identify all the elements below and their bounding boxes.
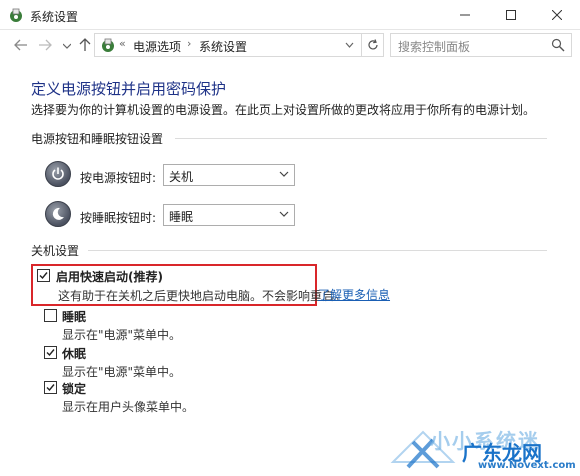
fast-startup-label[interactable]: 启用快速启动(推荐) — [56, 268, 163, 285]
breadcrumb-overflow-icon[interactable]: « — [119, 37, 126, 50]
control-panel-icon — [102, 38, 114, 52]
maximize-icon — [506, 10, 516, 20]
search-box[interactable]: 搜索控制面板 — [390, 33, 572, 57]
sleep-button-icon — [45, 201, 71, 227]
page-description: 选择要为你的计算机设置的电源设置。在此页上对设置所做的更改将应用于你所有的电源计… — [31, 103, 536, 117]
chevron-down-icon — [279, 171, 289, 177]
back-button[interactable] — [12, 36, 30, 54]
window-title: 系统设置 — [30, 10, 79, 24]
watermark-url: www.Novext.com — [478, 460, 576, 471]
breadcrumb-power-options[interactable]: 电源选项 — [133, 38, 181, 55]
maximize-button[interactable] — [488, 0, 534, 30]
sleep-checkbox[interactable] — [44, 309, 57, 322]
fast-startup-description: 这有助于在关机之后更快地启动电脑。不会影响重启。 — [58, 289, 347, 303]
sleep-button-label: 按睡眠按钮时: — [80, 211, 157, 225]
chevron-down-icon[interactable] — [345, 38, 354, 52]
sleep-button-action-select[interactable]: 睡眠 — [163, 204, 295, 226]
minimize-button[interactable] — [442, 0, 488, 30]
breadcrumb-separator-icon: › — [187, 37, 192, 50]
search-input[interactable]: 搜索控制面板 — [398, 38, 470, 55]
group-divider — [88, 250, 547, 251]
checkmark-icon — [39, 272, 48, 280]
close-icon — [552, 10, 562, 20]
arrow-left-icon — [14, 39, 27, 51]
lock-checkbox[interactable] — [44, 381, 57, 394]
lock-option-description: 显示在用户头像菜单中。 — [62, 400, 195, 414]
power-button-icon — [45, 161, 71, 187]
chevron-down-icon — [63, 43, 71, 49]
title-bar: 系统设置 — [0, 0, 580, 30]
forward-button[interactable] — [36, 36, 54, 54]
fast-startup-checkbox[interactable] — [37, 269, 50, 282]
page-title: 定义电源按钮并启用密码保护 — [31, 80, 227, 98]
hibernate-option-label[interactable]: 休眠 — [62, 345, 86, 362]
refresh-icon — [367, 39, 378, 50]
power-button-action-select[interactable]: 关机 — [163, 164, 295, 186]
group-divider — [175, 138, 547, 139]
hibernate-option-description: 显示在"电源"菜单中。 — [62, 365, 182, 379]
control-panel-icon — [10, 8, 22, 22]
power-button-label: 按电源按钮时: — [80, 171, 157, 185]
search-icon[interactable] — [551, 38, 565, 52]
arrow-up-icon — [79, 38, 91, 51]
sleep-button-action-value: 睡眠 — [169, 210, 194, 224]
minimize-icon — [460, 14, 470, 16]
power-buttons-heading: 电源按钮和睡眠按钮设置 — [31, 132, 164, 146]
lock-option-label[interactable]: 锁定 — [62, 380, 86, 397]
close-button[interactable] — [534, 0, 580, 30]
breadcrumb-system-settings[interactable]: 系统设置 — [199, 38, 247, 55]
up-button[interactable] — [76, 36, 94, 54]
arrow-right-icon — [39, 39, 52, 51]
recent-locations-button[interactable] — [58, 37, 76, 55]
power-button-action-value: 关机 — [169, 170, 194, 184]
checkmark-icon — [46, 384, 55, 392]
address-field[interactable]: « 电源选项 › 系统设置 — [94, 33, 362, 57]
sleep-option-label[interactable]: 睡眠 — [62, 308, 86, 325]
chevron-down-icon — [279, 211, 289, 217]
shutdown-settings-heading: 关机设置 — [31, 244, 80, 258]
hibernate-checkbox[interactable] — [44, 346, 57, 359]
refresh-button[interactable] — [362, 33, 384, 57]
checkmark-icon — [46, 349, 55, 357]
learn-more-link[interactable]: 了解更多信息 — [318, 286, 390, 303]
address-toolbar: « 电源选项 › 系统设置 搜索控制面板 — [0, 30, 580, 60]
sleep-option-description: 显示在"电源"菜单中。 — [62, 328, 182, 342]
